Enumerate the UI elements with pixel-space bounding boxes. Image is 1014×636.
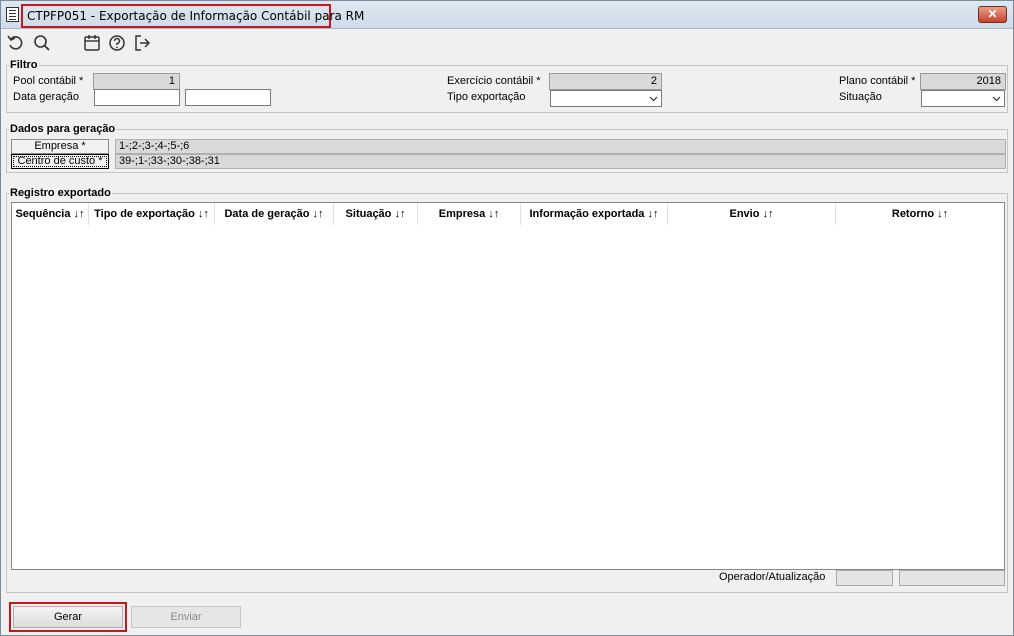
refresh-icon[interactable] xyxy=(6,33,26,53)
main-window: CTPFP051 - Exportação de Informação Cont… xyxy=(0,0,1014,636)
data-geracao-end-field[interactable] xyxy=(185,89,271,106)
registro-legend: Registro exportado xyxy=(9,187,112,199)
chevron-down-icon xyxy=(649,96,658,102)
table-header: Sequência ↓↑ Tipo de exportação ↓↑ Data … xyxy=(12,203,1004,225)
column-header-situacao[interactable]: Situação ↓↑ xyxy=(334,203,418,225)
column-header-sequencia[interactable]: Sequência ↓↑ xyxy=(12,203,89,225)
search-icon[interactable] xyxy=(32,33,52,53)
column-header-empresa[interactable]: Empresa ↓↑ xyxy=(418,203,521,225)
pool-contabil-field[interactable]: 1 xyxy=(93,73,180,90)
window-title: CTPFP051 - Exportação de Informação Cont… xyxy=(21,4,364,28)
registro-table[interactable]: Sequência ↓↑ Tipo de exportação ↓↑ Data … xyxy=(11,202,1005,570)
atualizacao-field xyxy=(899,570,1005,586)
centro-custo-values: 39-;1-;33-;30-;38-;31 xyxy=(115,154,1006,169)
exercicio-contabil-field[interactable]: 2 xyxy=(549,73,662,90)
column-header-informacao-exportada[interactable]: Informação exportada ↓↑ xyxy=(521,203,668,225)
exercicio-contabil-label: Exercício contábil * xyxy=(447,75,541,87)
column-header-retorno[interactable]: Retorno ↓↑ xyxy=(836,203,1004,225)
document-icon xyxy=(6,7,19,22)
enviar-button[interactable]: Enviar xyxy=(131,606,241,628)
plano-contabil-label: Plano contábil * xyxy=(839,75,916,87)
column-header-data-geracao[interactable]: Data de geração ↓↑ xyxy=(215,203,334,225)
toolbar xyxy=(1,33,201,55)
column-header-tipo-exportacao[interactable]: Tipo de exportação ↓↑ xyxy=(89,203,215,225)
operador-field xyxy=(836,570,893,586)
help-icon[interactable] xyxy=(107,33,127,53)
operador-atualizacao-label: Operador/Atualização xyxy=(719,571,826,583)
situacao-label: Situação xyxy=(839,91,882,103)
exit-icon[interactable] xyxy=(132,33,152,53)
plano-contabil-field[interactable]: 2018 xyxy=(920,73,1006,90)
pool-contabil-label: Pool contábil * xyxy=(13,75,84,87)
calendar-icon[interactable] xyxy=(82,33,102,53)
situacao-select[interactable] xyxy=(921,90,1005,107)
data-geracao-start-field[interactable] xyxy=(94,89,180,106)
tipo-exportacao-label: Tipo exportação xyxy=(447,91,526,103)
filtro-legend: Filtro xyxy=(9,59,39,71)
empresa-button[interactable]: Empresa * xyxy=(11,139,109,154)
empresa-values: 1-;2-;3-;4-;5-;6 xyxy=(115,139,1006,154)
dados-legend: Dados para geração xyxy=(9,123,117,135)
centro-custo-button[interactable]: Centro de custo * xyxy=(11,154,109,169)
centro-custo-button-label: Centro de custo * xyxy=(17,155,103,167)
column-header-envio[interactable]: Envio ↓↑ xyxy=(668,203,836,225)
gerar-button[interactable]: Gerar xyxy=(13,606,123,628)
empresa-button-label: Empresa * xyxy=(34,140,86,152)
close-button[interactable]: ✕ xyxy=(978,6,1007,23)
tipo-exportacao-select[interactable] xyxy=(550,90,662,107)
title-bar: CTPFP051 - Exportação de Informação Cont… xyxy=(1,1,1013,29)
chevron-down-icon xyxy=(992,96,1001,102)
data-geracao-label: Data geração xyxy=(13,91,80,103)
